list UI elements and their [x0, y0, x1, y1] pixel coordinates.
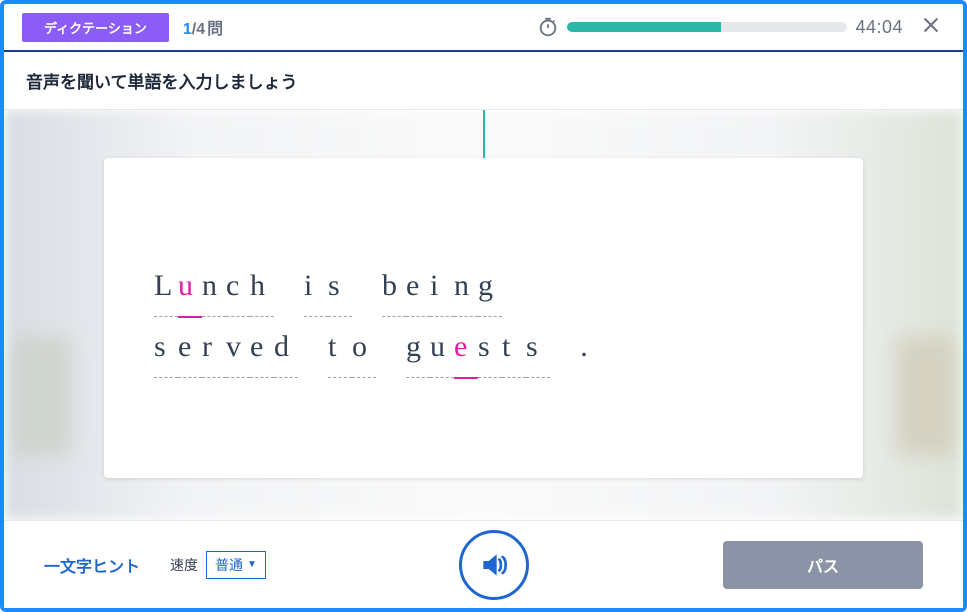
- question-suffix: 問: [207, 21, 223, 38]
- dictation-char[interactable]: e: [406, 257, 430, 317]
- dictation-char[interactable]: v: [226, 318, 250, 378]
- time-progress-fill: [567, 22, 721, 32]
- dictation-char[interactable]: d: [274, 318, 298, 378]
- timer-group: 44:04: [537, 16, 903, 38]
- dictation-char[interactable]: i: [304, 257, 328, 317]
- sentence-input-area[interactable]: Lunchisbeingservedtoguests.: [154, 257, 604, 379]
- dictation-char[interactable]: b: [382, 257, 406, 317]
- speed-value: 普通: [215, 555, 243, 575]
- total-questions: 4: [196, 21, 205, 38]
- dictation-punct: .: [580, 318, 604, 377]
- dictation-char[interactable]: n: [454, 257, 478, 317]
- dictation-card[interactable]: Lunchisbeingservedtoguests.: [104, 158, 863, 478]
- dictation-char[interactable]: s: [328, 257, 352, 317]
- dictation-char[interactable]: t: [502, 318, 526, 378]
- hint-button[interactable]: 一文字ヒント: [44, 553, 140, 577]
- app-window: ディクテーション 1/4問 44:04 音声を聞いて単語を入力しましょう: [0, 0, 967, 612]
- dictation-char[interactable]: o: [352, 318, 376, 378]
- dictation-char[interactable]: g: [478, 257, 502, 317]
- dictation-char[interactable]: t: [328, 318, 352, 378]
- dictation-char[interactable]: n: [202, 257, 226, 317]
- dictation-char[interactable]: g: [406, 318, 430, 378]
- speed-label: 速度: [170, 555, 198, 575]
- dictation-char[interactable]: u: [178, 257, 202, 318]
- dictation-char[interactable]: u: [430, 318, 454, 378]
- dictation-char[interactable]: s: [478, 318, 502, 378]
- dictation-word[interactable]: being: [382, 257, 502, 317]
- mode-pill: ディクテーション: [22, 13, 169, 42]
- top-bar: ディクテーション 1/4問 44:04: [4, 4, 963, 52]
- speaker-icon: [478, 549, 510, 581]
- pass-button[interactable]: パス: [723, 541, 923, 589]
- question-progress: 1/4問: [183, 15, 223, 39]
- dictation-word[interactable]: is: [304, 257, 352, 317]
- time-progress-bar: [567, 22, 847, 32]
- speed-control: 速度 普通 ▼: [170, 551, 266, 579]
- chevron-down-icon: ▼: [247, 559, 257, 570]
- dictation-char[interactable]: i: [430, 257, 454, 317]
- close-icon: [921, 15, 941, 35]
- speed-select[interactable]: 普通 ▼: [206, 551, 266, 579]
- timer-icon: [537, 16, 559, 38]
- dictation-char[interactable]: r: [202, 318, 226, 378]
- close-button[interactable]: [917, 11, 945, 44]
- play-audio-button[interactable]: [459, 530, 529, 600]
- dictation-char[interactable]: e: [454, 318, 478, 379]
- current-question: 1: [183, 21, 192, 38]
- dictation-word[interactable]: to: [328, 318, 376, 378]
- dictation-char[interactable]: e: [178, 318, 202, 378]
- dictation-char[interactable]: e: [250, 318, 274, 378]
- instruction-text: 音声を聞いて単語を入力しましょう: [4, 52, 963, 110]
- dictation-char[interactable]: s: [526, 318, 550, 378]
- dictation-char[interactable]: L: [154, 257, 178, 317]
- dictation-word[interactable]: Lunch: [154, 257, 274, 318]
- dictation-char[interactable]: c: [226, 257, 250, 317]
- bottom-bar: 一文字ヒント 速度 普通 ▼ パス: [4, 520, 963, 608]
- dictation-char[interactable]: s: [154, 318, 178, 378]
- dictation-word[interactable]: served: [154, 318, 298, 378]
- main-area: Lunchisbeingservedtoguests.: [4, 110, 963, 520]
- time-remaining: 44:04: [855, 17, 903, 38]
- dictation-char[interactable]: h: [250, 257, 274, 317]
- dictation-word[interactable]: guests: [406, 318, 550, 379]
